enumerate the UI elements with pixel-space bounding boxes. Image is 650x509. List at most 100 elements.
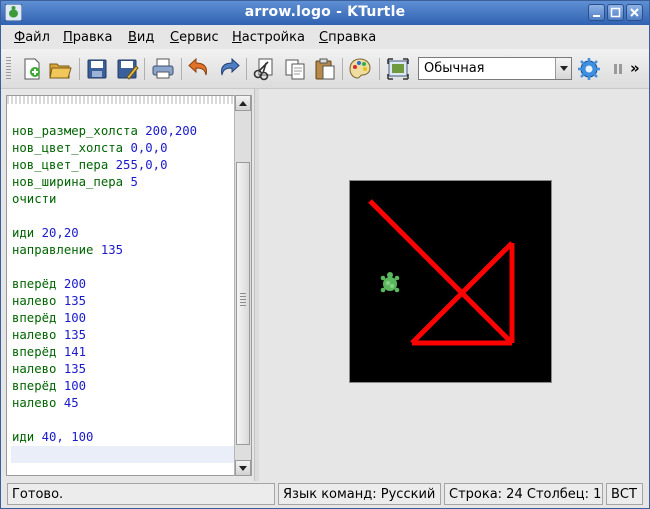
code-line[interactable]: налево 135	[12, 361, 197, 378]
print-icon[interactable]	[151, 57, 175, 81]
code-line[interactable]: иди 20,20	[12, 225, 197, 242]
code-arguments: 135	[63, 362, 87, 376]
code-keyword: нов_цвет_пера	[12, 158, 109, 172]
copy-icon[interactable]	[283, 57, 307, 81]
code-line[interactable]: вперёд 100	[12, 310, 197, 327]
code-arguments: 200	[63, 277, 87, 291]
close-button[interactable]	[626, 4, 643, 21]
code-arguments: 40, 100	[41, 430, 94, 444]
pane-splitter[interactable]	[254, 89, 259, 481]
window-title: arrow.logo - KTurtle	[244, 4, 406, 20]
code-keyword: иди	[12, 430, 35, 444]
save-as-icon[interactable]	[115, 57, 139, 81]
code-arguments: 5	[130, 175, 138, 189]
status-insert-mode: ВСТ	[606, 483, 643, 505]
maximize-button[interactable]	[607, 4, 624, 21]
code-keyword: направление	[12, 243, 94, 257]
turtle-icon	[380, 272, 400, 293]
toolbar-separator	[181, 58, 182, 80]
main-toolbar: Обычная »	[1, 49, 649, 89]
code-line[interactable]	[12, 208, 197, 225]
toolbar-overflow-button[interactable]: »	[630, 59, 640, 77]
code-line[interactable]: очисти	[12, 191, 197, 208]
app-window: arrow.logo - KTurtle Файл Правка Вид Сер…	[0, 0, 650, 509]
current-line-highlight	[11, 446, 235, 463]
code-line[interactable]: нов_цвет_пера 255,0,0	[12, 157, 197, 174]
code-line[interactable]: иди 40, 100	[12, 429, 197, 446]
code-keyword: налево	[12, 396, 57, 410]
code-keyword: налево	[12, 362, 57, 376]
code-line[interactable]	[12, 412, 197, 429]
undo-icon[interactable]	[187, 57, 211, 81]
code-keyword: очисти	[12, 192, 57, 206]
redo-icon[interactable]	[217, 57, 241, 81]
turtle-canvas	[349, 180, 552, 383]
status-language: Язык команд: Русский	[278, 483, 441, 505]
code-arguments: 141	[63, 345, 87, 359]
code-keyword: налево	[12, 328, 57, 342]
toolbar-separator	[246, 58, 247, 80]
scrollbar-grip	[240, 293, 246, 307]
menu-bar: Файл Правка Вид Сервис Настройка Справка	[1, 26, 649, 48]
chevron-down-icon[interactable]	[555, 58, 571, 79]
menu-tools[interactable]: Сервис	[170, 30, 219, 45]
code-keyword: иди	[12, 226, 35, 240]
toolbar-separator	[342, 58, 343, 80]
code-keyword: нов_цвет_холста	[12, 141, 124, 155]
menu-settings[interactable]: Настройка	[232, 30, 305, 45]
cut-icon[interactable]	[252, 57, 276, 81]
menu-file[interactable]: Файл	[14, 30, 50, 45]
scroll-down-button[interactable]	[235, 460, 251, 476]
toolbar-grip[interactable]	[6, 57, 11, 81]
minimize-button[interactable]	[588, 4, 605, 21]
speed-value: Обычная	[424, 61, 485, 76]
title-bar: arrow.logo - KTurtle	[1, 1, 649, 25]
editor-vertical-scrollbar[interactable]	[234, 95, 251, 476]
menu-help[interactable]: Справка	[319, 30, 376, 45]
code-line[interactable]: налево 135	[12, 293, 197, 310]
menu-view[interactable]: Вид	[128, 30, 154, 45]
status-message: Готово.	[7, 483, 275, 505]
code-line[interactable]: нов_размер_холста 200,200	[12, 123, 197, 140]
toolbar-separator	[144, 58, 145, 80]
code-line[interactable]: вперёд 200	[12, 276, 197, 293]
code-keyword: вперёд	[12, 345, 57, 359]
save-icon[interactable]	[85, 57, 109, 81]
code-arguments: 45	[63, 396, 79, 410]
code-keyword: вперёд	[12, 277, 57, 291]
code-line[interactable]: нов_ширина_пера 5	[12, 174, 197, 191]
code-line[interactable]: вперёд 100	[12, 378, 197, 395]
code-arguments: 0,0,0	[130, 141, 168, 155]
paste-icon[interactable]	[313, 57, 337, 81]
code-line[interactable]: нов_цвет_холста 0,0,0	[12, 140, 197, 157]
code-arguments: 200,200	[145, 124, 198, 138]
code-line[interactable]: направление 135	[12, 242, 197, 259]
new-icon[interactable]	[20, 57, 44, 81]
open-icon[interactable]	[48, 57, 72, 81]
execution-speed-select[interactable]: Обычная	[418, 57, 572, 80]
run-icon[interactable]	[577, 57, 601, 81]
scrollbar-thumb[interactable]	[236, 162, 250, 445]
fullscreen-icon[interactable]	[386, 57, 410, 81]
scroll-up-button[interactable]	[235, 95, 251, 111]
code-line[interactable]: налево 135	[12, 327, 197, 344]
code-line[interactable]: налево 45	[12, 395, 197, 412]
code-text[interactable]: нов_размер_холста 200,200 нов_цвет_холста…	[12, 123, 197, 446]
code-arguments: 100	[63, 311, 87, 325]
code-arguments: 135	[100, 243, 124, 257]
code-keyword: вперёд	[12, 379, 57, 393]
status-bar: Готово. Язык команд: Русский Строка: 24 …	[1, 481, 649, 508]
code-arguments: 100	[63, 379, 87, 393]
code-keyword: вперёд	[12, 311, 57, 325]
editor-drag-strip	[7, 96, 235, 104]
pause-icon[interactable]	[606, 57, 630, 81]
code-editor[interactable]: нов_размер_холста 200,200 нов_цвет_холста…	[6, 95, 252, 476]
code-keyword: налево	[12, 294, 57, 308]
code-arguments: 135	[63, 294, 87, 308]
code-arguments: 135	[63, 328, 87, 342]
toolbar-separator	[379, 58, 380, 80]
code-line[interactable]	[12, 259, 197, 276]
colorpicker-icon[interactable]	[348, 57, 372, 81]
code-line[interactable]: вперёд 141	[12, 344, 197, 361]
menu-edit[interactable]: Правка	[63, 30, 112, 45]
